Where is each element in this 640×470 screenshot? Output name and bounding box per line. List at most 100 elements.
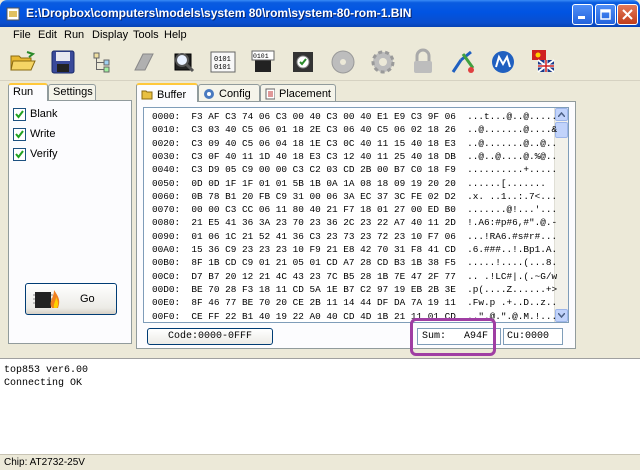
- run-panel: Run Settings Blank Write Verify Go: [8, 83, 132, 344]
- lock-icon: [414, 48, 432, 73]
- hex-address: 0040:: [152, 164, 181, 176]
- hex-ascii: .x. ..1..:.7<...: [467, 190, 558, 202]
- chip-binary-icon: 0101: [251, 50, 275, 72]
- menu-file[interactable]: File: [13, 29, 31, 41]
- hex-ascii: .. .!LC#|.(.~G/w: [467, 270, 558, 282]
- hex-ascii: .....!....(...8.: [467, 257, 558, 269]
- maximize-button[interactable]: [595, 4, 616, 25]
- verify-button[interactable]: [286, 45, 320, 79]
- hex-address: 0090:: [152, 230, 181, 242]
- hex-address: 0020:: [152, 137, 181, 149]
- blank-checkbox[interactable]: Blank: [13, 107, 103, 121]
- verify-checkbox[interactable]: Verify: [13, 147, 103, 161]
- hex-row: 0020: C3 09 40 C5 06 04 18 1E C3 0C 40 1…: [152, 137, 557, 150]
- menu-help[interactable]: Help: [164, 29, 187, 41]
- hex-bytes: D7 B7 20 12 21 4C 43 23 7C B5 28 1B 7E 4…: [191, 270, 456, 282]
- close-button[interactable]: [617, 4, 638, 25]
- title-bar[interactable]: E:\Dropbox\computers\models\system 80\ro…: [0, 0, 640, 27]
- hex-address: 00D0:: [152, 283, 181, 295]
- folder-icon: [141, 90, 153, 100]
- checksum-highlight-annotation: [410, 318, 496, 356]
- hex-bytes: C3 03 40 C5 06 01 18 2E C3 06 40 C5 06 0…: [191, 124, 456, 136]
- tree-button[interactable]: [86, 45, 120, 79]
- read-button[interactable]: [166, 45, 200, 79]
- go-button[interactable]: Go: [25, 283, 117, 315]
- lock-button[interactable]: [406, 45, 440, 79]
- checkbox-box[interactable]: [13, 147, 26, 161]
- checkbox-box[interactable]: [13, 107, 26, 121]
- svg-text:0101: 0101: [214, 64, 231, 72]
- tab-settings[interactable]: Settings: [48, 84, 96, 100]
- minimize-button[interactable]: [572, 4, 593, 25]
- hex-address: 0010:: [152, 124, 181, 136]
- hex-bytes: 0D 0D 1F 1F 01 01 5B 1B 0A 1A 08 18 09 1…: [191, 177, 456, 189]
- hex-ascii: ..@.......@..@..: [467, 137, 558, 149]
- hex-bytes: 8F 46 77 BE 70 20 CE 2B 11 14 44 DF DA 7…: [191, 297, 456, 309]
- blank-label: Blank: [30, 108, 58, 120]
- program-button[interactable]: 0101: [246, 45, 280, 79]
- log-output[interactable]: top853 ver6.00 Connecting OK: [0, 358, 640, 454]
- hex-view[interactable]: 0000: F3 AF C3 74 06 C3 00 40 C3 00 40 E…: [143, 107, 569, 323]
- hex-row: 00D0: BE 70 28 F3 18 11 CD 5A 1E B7 C2 9…: [152, 283, 557, 296]
- hex-ascii: .Fw.p .+..D..z..: [467, 297, 558, 309]
- language-button[interactable]: [526, 45, 560, 79]
- tab-placement[interactable]: Placement: [260, 84, 336, 101]
- hex-bytes: 15 36 C9 23 23 23 10 F9 21 E8 42 70 31 F…: [191, 244, 456, 255]
- hex-address: 00C0:: [152, 270, 181, 282]
- hex-bytes: F3 AF C3 74 06 C3 00 40 C3 00 40 E1 E9 C…: [191, 111, 456, 122]
- svg-text:0101: 0101: [214, 56, 231, 64]
- menu-run[interactable]: Run: [64, 29, 84, 41]
- hex-row: 00F0: CE FF 22 B1 40 19 22 A0 40 CD 4D 1…: [152, 310, 557, 323]
- hex-ascii: ...!RA6.#s#r#...: [467, 230, 558, 242]
- code-range-button[interactable]: Code:0000-0FFF: [147, 328, 273, 345]
- hex-address: 0080:: [152, 217, 181, 229]
- buffer-tab-body: 0000: F3 AF C3 74 06 C3 00 40 C3 00 40 E…: [136, 101, 576, 349]
- menu-display[interactable]: Display: [92, 29, 128, 41]
- erase-button[interactable]: [126, 45, 160, 79]
- tab-run[interactable]: Run: [8, 83, 48, 101]
- chevron-down-icon: [558, 313, 565, 318]
- save-disk-icon: [51, 50, 75, 74]
- hex-ascii: .6.###..!.Bp1.A.: [467, 244, 558, 255]
- hex-ascii: ..@..@....@.%@..: [467, 150, 558, 162]
- config-tool-icon: [451, 50, 475, 73]
- document-icon: [265, 88, 276, 100]
- hex-address: 00E0:: [152, 297, 181, 309]
- motorola-button[interactable]: [486, 45, 520, 79]
- hex-ascii: !.A6:#p#6,#".@.-: [467, 217, 558, 229]
- config-icon: [204, 89, 214, 99]
- hex-address: 00F0:: [152, 310, 181, 322]
- cu-field: Cu:0000: [503, 328, 563, 345]
- tab-run-label: Run: [13, 86, 34, 98]
- compare-icon: 0101 0101: [210, 51, 236, 73]
- save-button[interactable]: [46, 45, 80, 79]
- hex-row: 0070: 00 00 C3 CC 06 11 80 40 21 F7 18 0…: [152, 203, 557, 216]
- tab-config[interactable]: Config: [198, 84, 260, 101]
- gear-icon: [371, 50, 395, 74]
- settings-gear-button[interactable]: [366, 45, 400, 79]
- burn-button[interactable]: [326, 45, 360, 79]
- checkbox-box[interactable]: [13, 127, 26, 141]
- hex-row: 00C0: D7 B7 20 12 21 4C 43 23 7C B5 28 1…: [152, 270, 557, 283]
- maximize-icon: [600, 9, 611, 20]
- svg-text:0101: 0101: [253, 53, 269, 60]
- tab-buffer[interactable]: Buffer: [136, 83, 198, 102]
- menu-edit[interactable]: Edit: [38, 29, 57, 41]
- buffer-panel: Buffer Config Placement 0000: F3 AF C3 7…: [136, 83, 576, 349]
- write-checkbox[interactable]: Write: [13, 127, 103, 141]
- menu-tools[interactable]: Tools: [133, 29, 159, 41]
- hex-address: 0050:: [152, 177, 181, 189]
- hex-bytes: 01 06 1C 21 52 41 36 C3 23 73 23 72 23 1…: [191, 230, 456, 242]
- chip-status: Chip: AT2732-25V: [4, 457, 85, 468]
- verify-label: Verify: [30, 148, 58, 160]
- hex-row: 00E0: 8F 46 77 BE 70 20 CE 2B 11 14 44 D…: [152, 296, 557, 309]
- tool-button[interactable]: [446, 45, 480, 79]
- open-button[interactable]: [6, 45, 40, 79]
- erase-icon: [134, 53, 154, 71]
- chevron-up-icon: [558, 112, 565, 117]
- tab-placement-label: Placement: [279, 88, 331, 100]
- hex-address: 0070:: [152, 204, 181, 216]
- hex-row: 00B0: 8F 1B CD C9 01 21 05 01 CD A7 28 C…: [152, 256, 557, 269]
- hex-bytes: 21 E5 41 36 3A 23 70 23 36 2C 23 22 A7 4…: [191, 217, 456, 229]
- compare-button[interactable]: 0101 0101: [206, 45, 240, 79]
